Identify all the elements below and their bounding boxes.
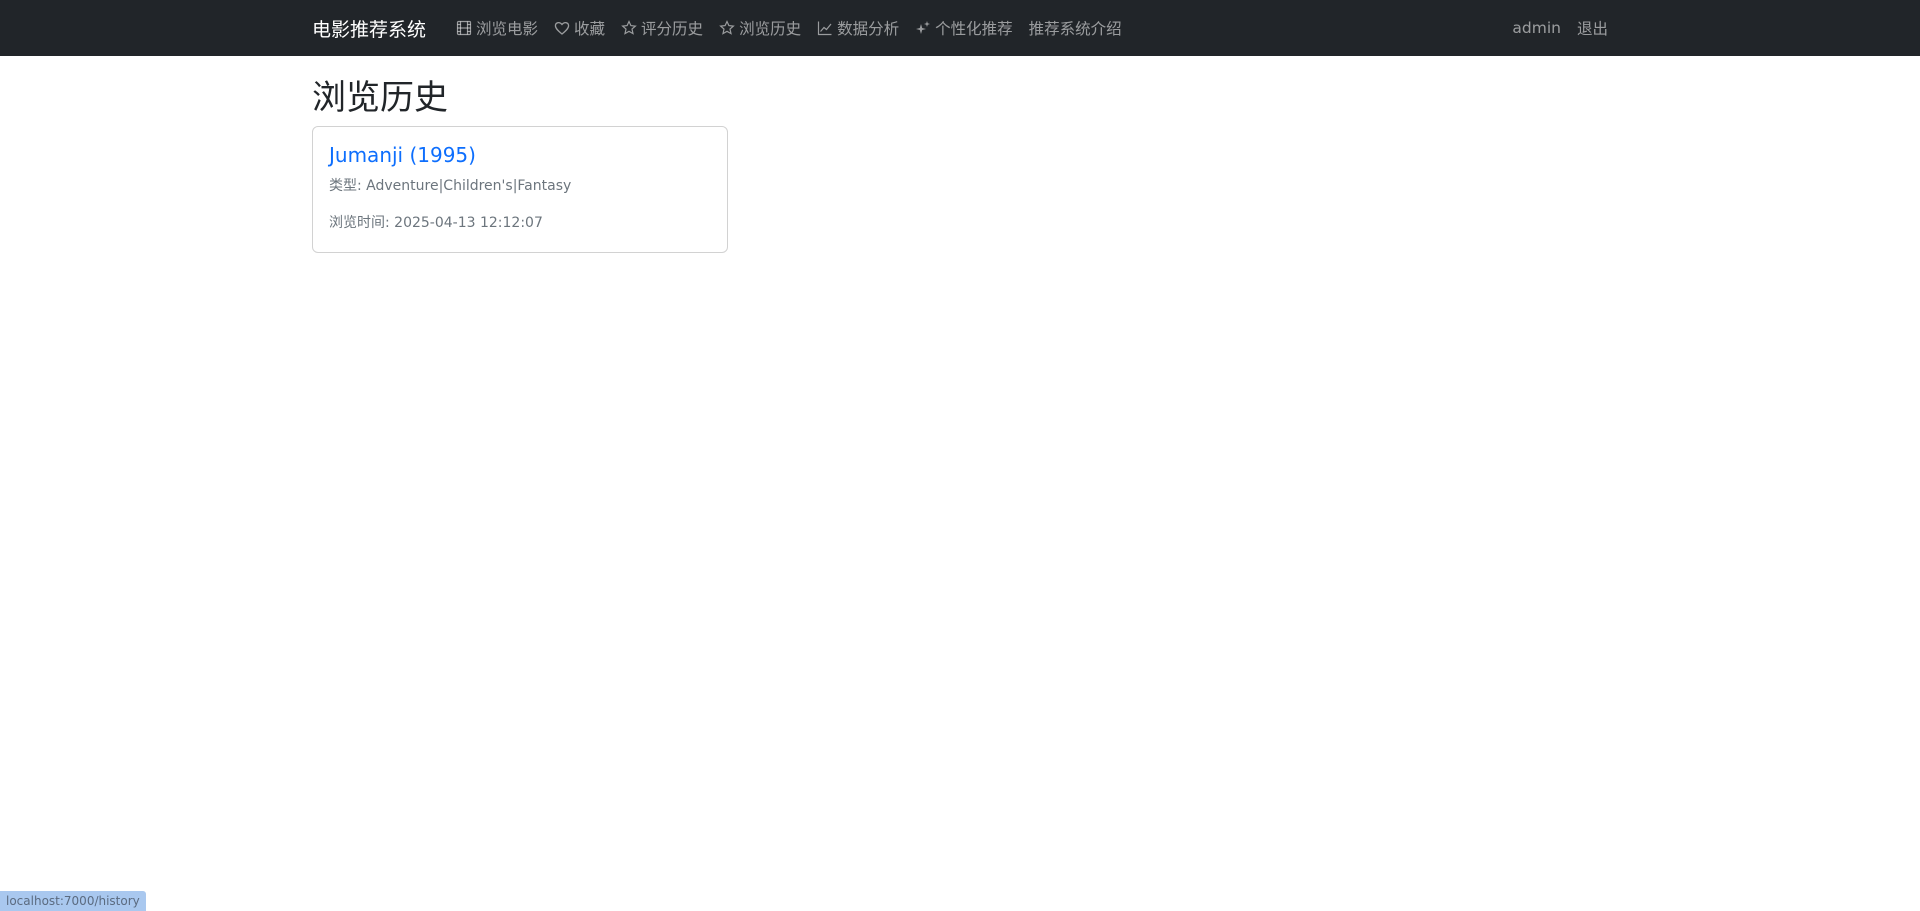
brand-link[interactable]: 电影推荐系统 (312, 15, 426, 42)
page-title: 浏览历史 (312, 78, 448, 118)
navbar-left: 电影推荐系统 浏览电影 收藏 评分历史 浏览历史 数据分析 个性化推荐 推荐系统… (312, 15, 1130, 42)
nav-personalized-recs[interactable]: 个性化推荐 (907, 17, 1021, 39)
logout-link[interactable]: 退出 (1569, 17, 1608, 39)
nav-personalized-recs-label: 个性化推荐 (935, 20, 1013, 38)
nav-system-intro[interactable]: 推荐系统介绍 (1021, 17, 1130, 39)
nav-rating-history-label: 评分历史 (641, 20, 704, 38)
nav-favorites-label: 收藏 (574, 20, 606, 38)
nav-system-intro-label: 推荐系统介绍 (1028, 20, 1122, 38)
top-navbar: 电影推荐系统 浏览电影 收藏 评分历史 浏览历史 数据分析 个性化推荐 推荐系统… (0, 0, 1920, 56)
nav-data-analysis-label: 数据分析 (837, 20, 900, 38)
sparkles-icon (915, 20, 931, 36)
chart-line-icon (817, 20, 833, 36)
viewed-time: 浏览时间: 2025-04-13 12:12:07 (329, 214, 543, 231)
movie-title-link[interactable]: Jumanji (1995) (329, 143, 711, 167)
nav-browse-history-label: 浏览历史 (739, 20, 802, 38)
navbar-container: 电影推荐系统 浏览电影 收藏 评分历史 浏览历史 数据分析 个性化推荐 推荐系统… (300, 15, 1620, 42)
history-card: Jumanji (1995) 类型: Adventure|Children's|… (312, 125, 728, 253)
nav-rating-history[interactable]: 评分历史 (613, 17, 711, 39)
nav-data-analysis[interactable]: 数据分析 (809, 17, 907, 39)
nav-favorites[interactable]: 收藏 (546, 17, 613, 39)
main-content: 浏览历史 Jumanji (1995) 类型: Adventure|Childr… (300, 78, 1620, 253)
film-icon (456, 20, 472, 36)
star-icon (621, 20, 637, 36)
navbar-right: admin 退出 (1504, 17, 1608, 39)
star-icon (719, 20, 735, 36)
status-bar-url: localhost:7000/history (0, 891, 146, 911)
nav-browse-history[interactable]: 浏览历史 (711, 17, 809, 39)
heart-icon (554, 20, 570, 36)
nav-browse-movies-label: 浏览电影 (476, 20, 539, 38)
user-link[interactable]: admin (1504, 19, 1569, 37)
nav-browse-movies[interactable]: 浏览电影 (448, 17, 546, 39)
movie-genres: 类型: Adventure|Children's|Fantasy (329, 177, 572, 194)
